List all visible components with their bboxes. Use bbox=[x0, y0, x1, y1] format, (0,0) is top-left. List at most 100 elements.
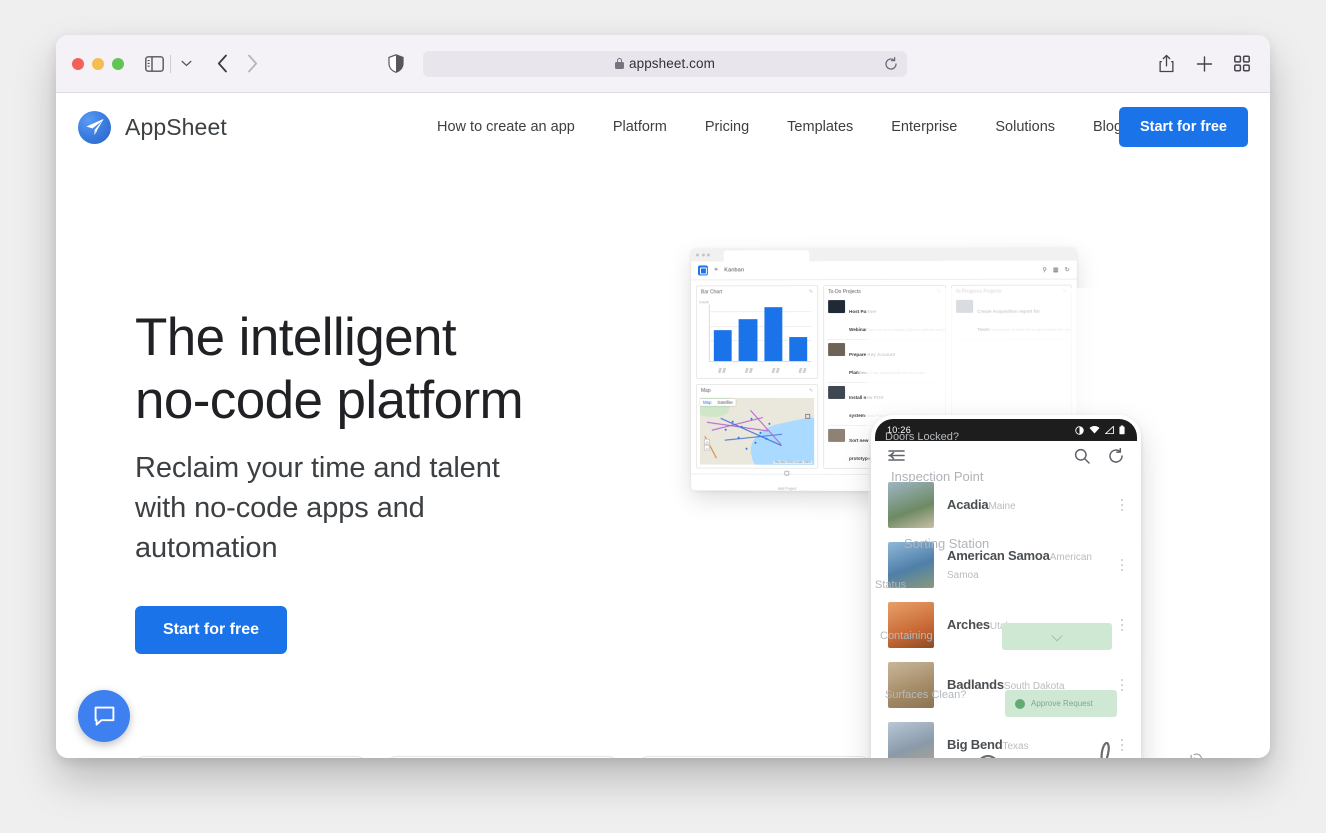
back-arrow-icon[interactable] bbox=[207, 51, 237, 77]
mock-app-logo-icon bbox=[698, 265, 708, 275]
map-canvas[interactable]: +− Map data ©2022 Google, INEGI bbox=[700, 398, 814, 465]
map-layer-tabs[interactable]: Map Satellite bbox=[700, 399, 736, 406]
mock-browser-tab bbox=[724, 250, 809, 261]
edit-icon: ✎ bbox=[1062, 289, 1066, 295]
panel-title: Bar Chart bbox=[701, 289, 722, 295]
park-list: AcadiaMaine American SamoaAmerican Samoa… bbox=[875, 475, 1137, 758]
url-text: appsheet.com bbox=[629, 56, 715, 71]
phone-app-bar-actions bbox=[1074, 448, 1124, 469]
address-bar[interactable]: appsheet.com bbox=[423, 51, 907, 77]
mock-app-topbar: ⚑ Kanban ⚲ ▦ ↻ bbox=[691, 260, 1077, 280]
map-tab-satellite[interactable]: Satellite bbox=[717, 400, 732, 405]
shield-icon[interactable] bbox=[385, 53, 407, 75]
browser-window: appsheet.com AppSheet bbox=[56, 35, 1270, 758]
chart-bar bbox=[739, 319, 757, 361]
park-state: South Dakota bbox=[1004, 681, 1065, 692]
list-item[interactable]: BadlandsSouth Dakota bbox=[875, 655, 1137, 715]
phone-status-bar: 10:26 bbox=[875, 419, 1137, 441]
nav-item-pricing[interactable]: Pricing bbox=[705, 111, 749, 143]
in-progress-task-list: Create Acquisition report for TeamA desc… bbox=[952, 297, 1071, 343]
close-window-button[interactable] bbox=[72, 58, 84, 70]
task-title: Sort new prototype bbox=[849, 438, 870, 461]
grid-icon: ▦ bbox=[1053, 266, 1059, 273]
list-item[interactable]: Host Partner WebinarHave the best possib… bbox=[827, 297, 942, 340]
reload-icon[interactable] bbox=[884, 57, 898, 71]
panel-header: Map ✎ bbox=[697, 385, 817, 396]
map-zoom-controls[interactable]: +− bbox=[704, 439, 710, 451]
list-item[interactable]: American SamoaAmerican Samoa bbox=[875, 535, 1137, 595]
nav-item-enterprise[interactable]: Enterprise bbox=[891, 111, 957, 143]
panel-header: In-Progress Projects ✎ bbox=[952, 286, 1071, 297]
window-controls bbox=[72, 58, 124, 70]
more-options-icon[interactable] bbox=[1120, 619, 1124, 632]
edit-icon: ✎ bbox=[937, 289, 941, 295]
more-options-icon[interactable] bbox=[1120, 559, 1124, 572]
panel-title: To-Do Projects bbox=[828, 289, 861, 295]
list-item[interactable]: Prepare Key Account PlanDetail a key acc… bbox=[827, 340, 942, 383]
chevron-down-icon[interactable] bbox=[175, 53, 197, 75]
brand-name: AppSheet bbox=[125, 114, 227, 141]
plus-icon[interactable] bbox=[1194, 53, 1214, 74]
search-icon: ⚲ bbox=[1042, 266, 1046, 273]
nav-item-templates[interactable]: Templates bbox=[787, 111, 853, 143]
paper-plane-icon bbox=[78, 111, 111, 144]
hero-copy: The intelligent no-code platform Reclaim… bbox=[135, 307, 605, 654]
chat-bubble-icon bbox=[93, 705, 116, 728]
hero-start-for-free-button[interactable]: Start for free bbox=[135, 606, 287, 654]
park-state: Maine bbox=[988, 501, 1015, 512]
zoom-window-button[interactable] bbox=[112, 58, 124, 70]
list-item[interactable]: Create Acquisition report for TeamA desc… bbox=[955, 297, 1068, 340]
more-options-icon[interactable] bbox=[1120, 679, 1124, 692]
park-state: Texas bbox=[1002, 741, 1028, 752]
mock-app-actions: ⚲ ▦ ↻ bbox=[1042, 266, 1069, 273]
sync-icon[interactable] bbox=[1108, 448, 1124, 469]
map-panel: Map ✎ bbox=[696, 384, 818, 469]
header-start-for-free-button[interactable]: Start for free bbox=[1119, 107, 1248, 147]
mock-app-title: Kanban bbox=[724, 267, 744, 273]
chat-widget-button[interactable] bbox=[78, 690, 130, 742]
site-header: AppSheet How to create an app Platform P… bbox=[56, 93, 1270, 161]
chart-bars bbox=[714, 304, 807, 361]
nav-item-how-to-create-an-app[interactable]: How to create an app bbox=[437, 111, 575, 143]
task-thumbnail bbox=[828, 386, 845, 399]
lock-icon bbox=[615, 58, 624, 69]
nav-item-solutions[interactable]: Solutions bbox=[995, 111, 1055, 143]
task-description: Have the best possible Q&A for partners … bbox=[867, 328, 946, 332]
phone-app-bar bbox=[875, 441, 1137, 475]
footer-nav-add-project[interactable]: Add Project bbox=[778, 471, 796, 492]
feature-card-agile[interactable]: Agile bbox=[387, 756, 618, 758]
search-icon[interactable] bbox=[1074, 448, 1090, 469]
task-thumbnail bbox=[956, 300, 973, 313]
menu-icon[interactable] bbox=[888, 448, 905, 468]
nav-item-platform[interactable]: Platform bbox=[613, 111, 667, 143]
nav-item-blog[interactable]: Blog bbox=[1093, 111, 1122, 143]
map-tab-map[interactable]: Map bbox=[703, 400, 711, 405]
feature-card-no-code[interactable]: No-Code bbox=[135, 756, 366, 758]
more-options-icon[interactable] bbox=[1120, 499, 1124, 512]
sidebar-icon[interactable] bbox=[142, 53, 166, 75]
minimize-window-button[interactable] bbox=[92, 58, 104, 70]
share-icon[interactable] bbox=[1156, 53, 1176, 74]
brand-logo[interactable]: AppSheet bbox=[78, 111, 227, 144]
bar-chart-panel: Bar Chart ✎ Count bbox=[696, 285, 818, 379]
phone-mockup: 10:26 bbox=[871, 415, 1141, 758]
mock-left-column: Bar Chart ✎ Count bbox=[696, 285, 818, 469]
park-thumbnail bbox=[888, 722, 934, 758]
undo-icon bbox=[1190, 753, 1203, 758]
wifi-icon bbox=[1089, 426, 1100, 434]
edit-icon: ✎ bbox=[809, 388, 813, 394]
list-item[interactable]: AcadiaMaine bbox=[875, 475, 1137, 535]
chart-y-axis-label: Count bbox=[699, 300, 709, 304]
park-name: Acadia bbox=[947, 497, 988, 512]
more-options-icon[interactable] bbox=[1120, 739, 1124, 752]
page-viewport: AppSheet How to create an app Platform P… bbox=[56, 93, 1270, 758]
panel-title: Map bbox=[701, 388, 711, 394]
list-item[interactable]: ArchesUtah bbox=[875, 595, 1137, 655]
list-item[interactable]: Big BendTexas bbox=[875, 715, 1137, 758]
grid-icon[interactable] bbox=[1232, 53, 1252, 74]
sync-icon: ↻ bbox=[1065, 266, 1070, 273]
mock-app-flag-icon: ⚑ bbox=[714, 267, 718, 273]
mock-browser-chrome bbox=[691, 247, 1077, 261]
forward-arrow-icon[interactable] bbox=[237, 51, 267, 77]
expand-map-icon[interactable] bbox=[805, 414, 810, 419]
